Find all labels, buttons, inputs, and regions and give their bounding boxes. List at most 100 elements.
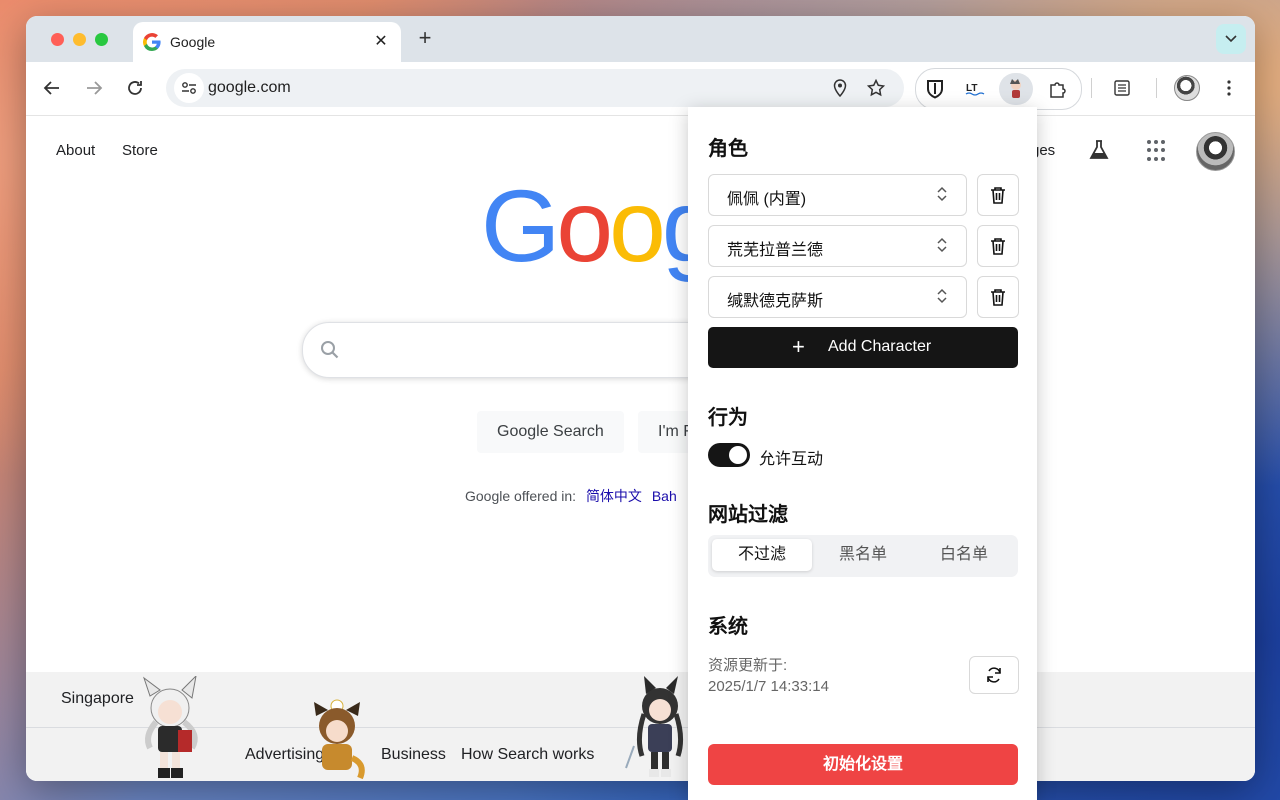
labs-flask-icon[interactable] <box>1088 139 1110 161</box>
languagetool-icon: LT <box>965 83 985 96</box>
toolbar-divider <box>1091 78 1092 98</box>
reload-button[interactable] <box>123 76 147 100</box>
filter-option-none[interactable]: 不过滤 <box>712 539 812 571</box>
chevron-down-icon <box>1225 35 1237 43</box>
behavior-heading: 行为 <box>708 407 748 429</box>
browser-window: Google ✕ + google.com LT About Store ges… <box>26 16 1255 781</box>
filter-option-blacklist[interactable]: 黑名单 <box>813 539 913 571</box>
about-link[interactable]: About <box>56 142 95 159</box>
reading-list-icon <box>1114 80 1130 96</box>
character-sprite-lappland[interactable] <box>130 676 210 781</box>
language-link-zh[interactable]: 简体中文 <box>586 488 642 504</box>
delete-character-button[interactable] <box>977 225 1019 267</box>
languagetool-extension-button[interactable]: LT <box>958 73 992 105</box>
tab-close-icon[interactable]: ✕ <box>371 31 391 51</box>
character-select-1[interactable]: 佩佩 (内置) <box>708 174 967 216</box>
logo-letter: o <box>609 169 666 283</box>
chevron-up-down-icon <box>937 186 947 202</box>
toggle-knob <box>729 446 747 464</box>
character-select-value: 佩佩 (内置) <box>727 191 807 208</box>
resource-updated-label: 资源更新于: <box>708 657 788 674</box>
logo-letter: o <box>556 169 613 283</box>
extensions-group: LT <box>915 68 1082 110</box>
toolbar-divider <box>1156 78 1157 98</box>
browser-toolbar: google.com LT <box>26 62 1255 116</box>
allow-interaction-label: 允许互动 <box>759 451 824 468</box>
character-sprite-icon <box>1010 79 1021 98</box>
refresh-resources-button[interactable] <box>969 656 1019 694</box>
trash-icon <box>991 238 1005 255</box>
browser-menu-button[interactable] <box>1215 74 1243 102</box>
characters-heading: 角色 <box>708 138 748 160</box>
forward-button[interactable] <box>82 76 106 100</box>
url-text[interactable]: google.com <box>208 79 291 97</box>
bottom-partial-text: --- <box>824 793 840 800</box>
character-select-2[interactable]: 荒芜拉普兰德 <box>708 225 967 267</box>
language-link-other[interactable]: Bah <box>652 488 677 504</box>
allow-interaction-toggle[interactable] <box>708 443 750 467</box>
new-tab-button[interactable]: + <box>414 27 436 49</box>
resource-updated-time: 2025/1/7 14:33:14 <box>708 678 829 695</box>
site-filter-heading: 网站过滤 <box>708 504 788 526</box>
search-icon <box>320 340 340 365</box>
shield-icon <box>927 80 943 99</box>
bookmark-button[interactable] <box>866 78 886 98</box>
account-avatar[interactable] <box>1196 132 1235 171</box>
reading-list-button[interactable] <box>1108 74 1136 102</box>
site-filter-segmented: 不过滤 黑名单 白名单 <box>708 535 1018 577</box>
tune-icon <box>182 82 196 94</box>
google-homepage: About Store ges Goog Google Search I'm F… <box>26 116 1255 781</box>
google-logo: Goog <box>481 175 719 277</box>
site-info-button[interactable] <box>174 73 204 103</box>
location-button[interactable] <box>830 78 850 98</box>
trash-icon <box>991 289 1005 306</box>
footer-country: Singapore <box>61 690 134 707</box>
reset-settings-button[interactable]: 初始化设置 <box>708 744 1018 785</box>
language-offer: Google offered in: 简体中文 Bah <box>465 486 677 506</box>
trash-icon <box>991 187 1005 204</box>
filter-option-whitelist[interactable]: 白名单 <box>914 539 1014 571</box>
profile-button[interactable] <box>1173 74 1201 102</box>
close-window-button[interactable] <box>51 33 64 46</box>
forward-arrow-icon <box>87 81 103 95</box>
star-icon <box>867 79 885 97</box>
bitwarden-extension-button[interactable] <box>918 73 952 105</box>
tab-google[interactable]: Google ✕ <box>133 22 401 62</box>
back-button[interactable] <box>40 76 64 100</box>
add-character-button[interactable]: + Add Character <box>708 327 1018 368</box>
character-sprite-texas[interactable] <box>624 676 696 781</box>
how-search-works-link[interactable]: How Search works <box>461 746 594 764</box>
address-bar[interactable]: google.com <box>166 69 904 107</box>
tab-search-button[interactable] <box>1216 24 1246 54</box>
character-sprite-pepe[interactable] <box>304 698 370 781</box>
extensions-menu-button[interactable] <box>1041 73 1075 105</box>
offered-label: Google offered in: <box>465 488 577 504</box>
system-heading: 系统 <box>708 616 748 638</box>
store-link[interactable]: Store <box>122 142 158 159</box>
chevron-up-down-icon <box>937 288 947 304</box>
business-link[interactable]: Business <box>381 746 446 764</box>
reload-icon <box>128 81 142 95</box>
more-vert-icon <box>1227 80 1231 96</box>
back-arrow-icon <box>43 81 59 95</box>
avatar <box>1174 75 1200 101</box>
minimize-window-button[interactable] <box>73 33 86 46</box>
extension-popup: 角色 佩佩 (内置) 荒芜拉普兰德 缄默德克萨斯 + Add Character… <box>688 107 1037 800</box>
apps-grid-icon[interactable] <box>1147 140 1169 162</box>
refresh-icon <box>987 667 1001 683</box>
character-extension-button[interactable] <box>999 73 1033 105</box>
delete-character-button[interactable] <box>977 174 1019 216</box>
logo-letter: G <box>481 169 560 283</box>
plus-icon: + <box>792 334 805 359</box>
location-pin-icon <box>833 79 847 97</box>
tab-strip: Google ✕ + <box>26 16 1255 62</box>
zoom-window-button[interactable] <box>95 33 108 46</box>
add-character-label: Add Character <box>828 338 932 355</box>
tab-title: Google <box>170 34 216 50</box>
character-select-3[interactable]: 缄默德克萨斯 <box>708 276 967 318</box>
delete-character-button[interactable] <box>977 276 1019 318</box>
google-search-button[interactable]: Google Search <box>477 411 624 453</box>
google-favicon-icon <box>143 33 161 51</box>
character-select-value: 缄默德克萨斯 <box>727 293 824 310</box>
svg-text:LT: LT <box>966 83 977 94</box>
